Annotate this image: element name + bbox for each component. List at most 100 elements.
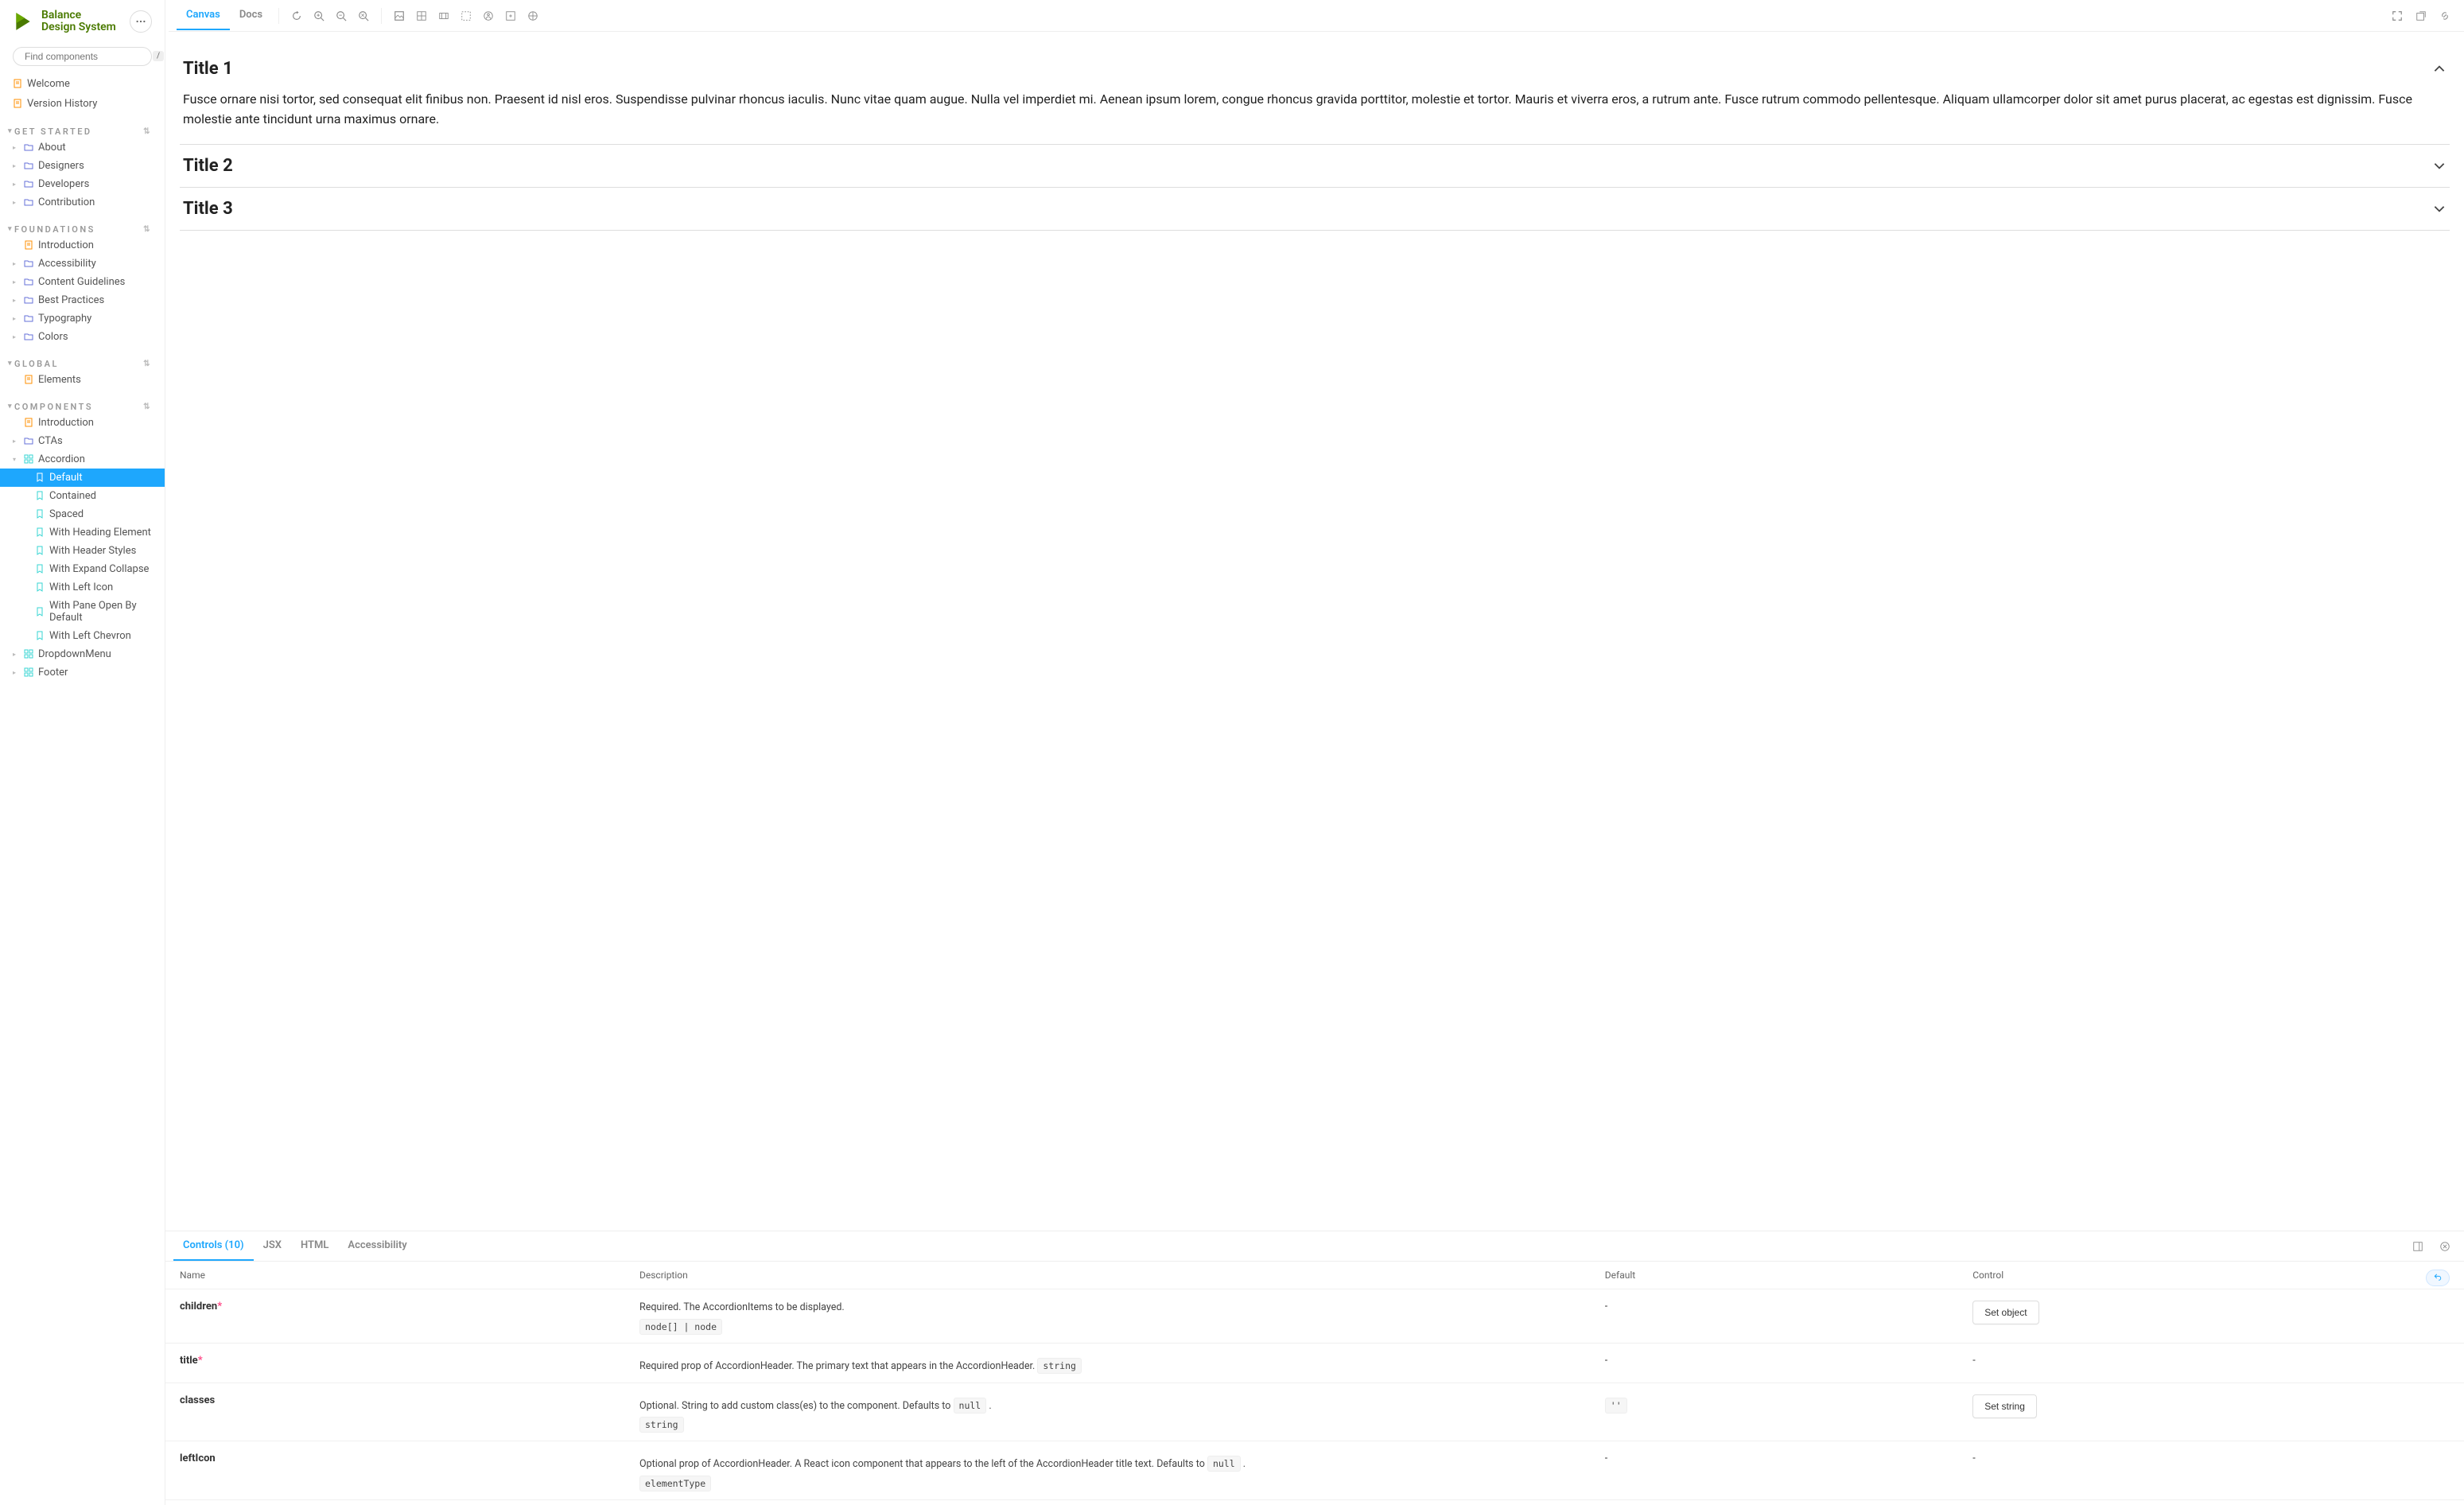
nav-item[interactable]: ▸CTAs bbox=[0, 432, 165, 450]
nav-top-item[interactable]: Version History bbox=[0, 94, 165, 114]
nav-item[interactable]: ▸Accessibility bbox=[0, 255, 165, 273]
control-name: classes bbox=[165, 1382, 625, 1441]
set-control-button[interactable]: Set string bbox=[1972, 1394, 2037, 1418]
nav-item[interactable]: ▸DropdownMenu bbox=[0, 645, 165, 663]
caret-right-icon: ▸ bbox=[13, 181, 19, 188]
sort-icon: ⇅ bbox=[143, 225, 152, 234]
fullscreen-icon[interactable] bbox=[2386, 5, 2408, 27]
search-shortcut-badge: / bbox=[153, 51, 164, 61]
nav-item[interactable]: Introduction bbox=[0, 414, 165, 432]
control-editor: Set string bbox=[1958, 1382, 2464, 1441]
open-new-tab-icon[interactable] bbox=[2410, 5, 2432, 27]
nav-story-item[interactable]: With Expand Collapse bbox=[0, 560, 165, 578]
caret-right-icon: ▸ bbox=[13, 651, 19, 658]
nav-story-item[interactable]: With Header Styles bbox=[0, 542, 165, 560]
nav-item[interactable]: ▸Content Guidelines bbox=[0, 273, 165, 291]
reset-controls-button[interactable] bbox=[2426, 1270, 2450, 1286]
nav-item[interactable]: ▸ Designers bbox=[0, 157, 165, 175]
caret-right-icon: ▸ bbox=[13, 162, 19, 169]
nav-story-item[interactable]: With Heading Element bbox=[0, 523, 165, 542]
nav-item-label: Spaced bbox=[49, 508, 84, 520]
addon-tab[interactable]: HTML bbox=[291, 1231, 338, 1261]
nav-story-item[interactable]: Contained bbox=[0, 487, 165, 505]
accordion-header[interactable]: Title 3 bbox=[180, 188, 2450, 230]
panel-orientation-icon[interactable] bbox=[2407, 1235, 2429, 1258]
nav-section-header[interactable]: ▾GET STARTED⇅ bbox=[0, 122, 165, 138]
nav-item[interactable]: Elements bbox=[0, 371, 165, 389]
nav-story-item[interactable]: With Left Icon bbox=[0, 578, 165, 597]
nav-item[interactable]: ▸ Developers bbox=[0, 175, 165, 193]
nav-item-label: Default bbox=[49, 472, 83, 484]
nav-item-label: Developers bbox=[38, 178, 89, 190]
nav-top-item[interactable]: Welcome bbox=[0, 74, 165, 94]
nav-item-label: Colors bbox=[38, 331, 68, 343]
toolbar: CanvasDocs bbox=[169, 0, 2464, 32]
nav-item-label: Footer bbox=[38, 667, 68, 679]
col-description: Description bbox=[625, 1262, 1591, 1289]
nav-story-item[interactable]: With Pane Open By Default bbox=[0, 597, 165, 627]
sidebar: Balance Design System / WelcomeVersion H… bbox=[0, 0, 165, 1505]
addon-tab[interactable]: JSX bbox=[254, 1231, 291, 1261]
nav-item-label: Designers bbox=[38, 160, 84, 172]
sidebar-more-button[interactable] bbox=[130, 10, 152, 33]
nav-story-item[interactable]: With Left Chevron bbox=[0, 627, 165, 645]
caret-right-icon: ▸ bbox=[13, 260, 19, 267]
view-tab[interactable]: Canvas bbox=[177, 1, 230, 30]
vision-icon[interactable] bbox=[499, 5, 522, 27]
nav-item[interactable]: ▸Contribution bbox=[0, 193, 165, 212]
background-icon[interactable] bbox=[388, 5, 410, 27]
caret-right-icon: ▸ bbox=[13, 278, 19, 286]
set-control-button[interactable]: Set object bbox=[1972, 1301, 2038, 1324]
accordion-header[interactable]: Title 2 bbox=[180, 145, 2450, 187]
accordion-item: Title 2 bbox=[180, 145, 2450, 188]
ellipsis-icon bbox=[135, 16, 146, 27]
theme-icon[interactable] bbox=[522, 5, 544, 27]
addon-tab[interactable]: Accessibility bbox=[338, 1231, 416, 1261]
nav-item[interactable]: ▸Typography bbox=[0, 309, 165, 328]
nav-story-item[interactable]: Default bbox=[0, 469, 165, 487]
accordion-header[interactable]: Title 1 bbox=[180, 48, 2450, 90]
nav-section-header[interactable]: ▾COMPONENTS⇅ bbox=[0, 397, 165, 414]
nav-section-title: GLOBAL bbox=[14, 359, 59, 369]
main: CanvasDocs Title 1Fusce ornare nisi tort… bbox=[165, 0, 2464, 1505]
nav-section-header[interactable]: ▾FOUNDATIONS ⇅ bbox=[0, 220, 165, 236]
nav-item[interactable]: Introduction bbox=[0, 236, 165, 255]
nav-section-header[interactable]: ▾GLOBAL⇅ bbox=[0, 354, 165, 371]
control-description: Optional. String to add custom class(es)… bbox=[625, 1382, 1591, 1441]
caret-right-icon: ▸ bbox=[13, 333, 19, 340]
zoom-reset-icon[interactable] bbox=[352, 5, 375, 27]
caret-down-icon: ▾ bbox=[8, 225, 14, 233]
nav-story-item[interactable]: Spaced bbox=[0, 505, 165, 523]
outline-icon[interactable] bbox=[477, 5, 499, 27]
control-default: - bbox=[1591, 1289, 1958, 1344]
nav-item-label: With Left Chevron bbox=[49, 630, 131, 642]
nav-item[interactable]: ▸Best Practices bbox=[0, 291, 165, 309]
nav-item[interactable]: ▸ Colors bbox=[0, 328, 165, 346]
caret-right-icon: ▸ bbox=[13, 199, 19, 206]
nav-item-label: Typography bbox=[38, 313, 91, 325]
nav-section-title: FOUNDATIONS bbox=[14, 224, 95, 235]
remount-icon[interactable] bbox=[286, 5, 308, 27]
measure-icon[interactable] bbox=[455, 5, 477, 27]
nav-item-label: Elements bbox=[38, 374, 81, 386]
control-default: - bbox=[1591, 1343, 1958, 1382]
nav-item-label: Welcome bbox=[27, 78, 70, 90]
zoom-in-icon[interactable] bbox=[308, 5, 330, 27]
close-panel-icon[interactable] bbox=[2434, 1235, 2456, 1258]
caret-right-icon: ▸ bbox=[13, 669, 19, 676]
viewport-icon[interactable] bbox=[433, 5, 455, 27]
zoom-out-icon[interactable] bbox=[330, 5, 352, 27]
caret-right-icon: ▸ bbox=[13, 144, 19, 151]
caret-down-icon: ▾ bbox=[8, 402, 14, 410]
control-row: leftIconOptional prop of AccordionHeader… bbox=[165, 1441, 2464, 1500]
nav-item[interactable]: ▸About bbox=[0, 138, 165, 157]
copy-link-icon[interactable] bbox=[2434, 5, 2456, 27]
view-tab[interactable]: Docs bbox=[230, 1, 272, 30]
nav-item[interactable]: ▾Accordion bbox=[0, 450, 165, 469]
search-input[interactable] bbox=[25, 51, 148, 62]
search-input-wrap[interactable]: / bbox=[13, 47, 152, 66]
nav-item[interactable]: ▸ Footer bbox=[0, 663, 165, 682]
addon-tab[interactable]: Controls (10) bbox=[173, 1231, 254, 1261]
grid-icon[interactable] bbox=[410, 5, 433, 27]
nav-item-label: With Left Icon bbox=[49, 581, 113, 593]
